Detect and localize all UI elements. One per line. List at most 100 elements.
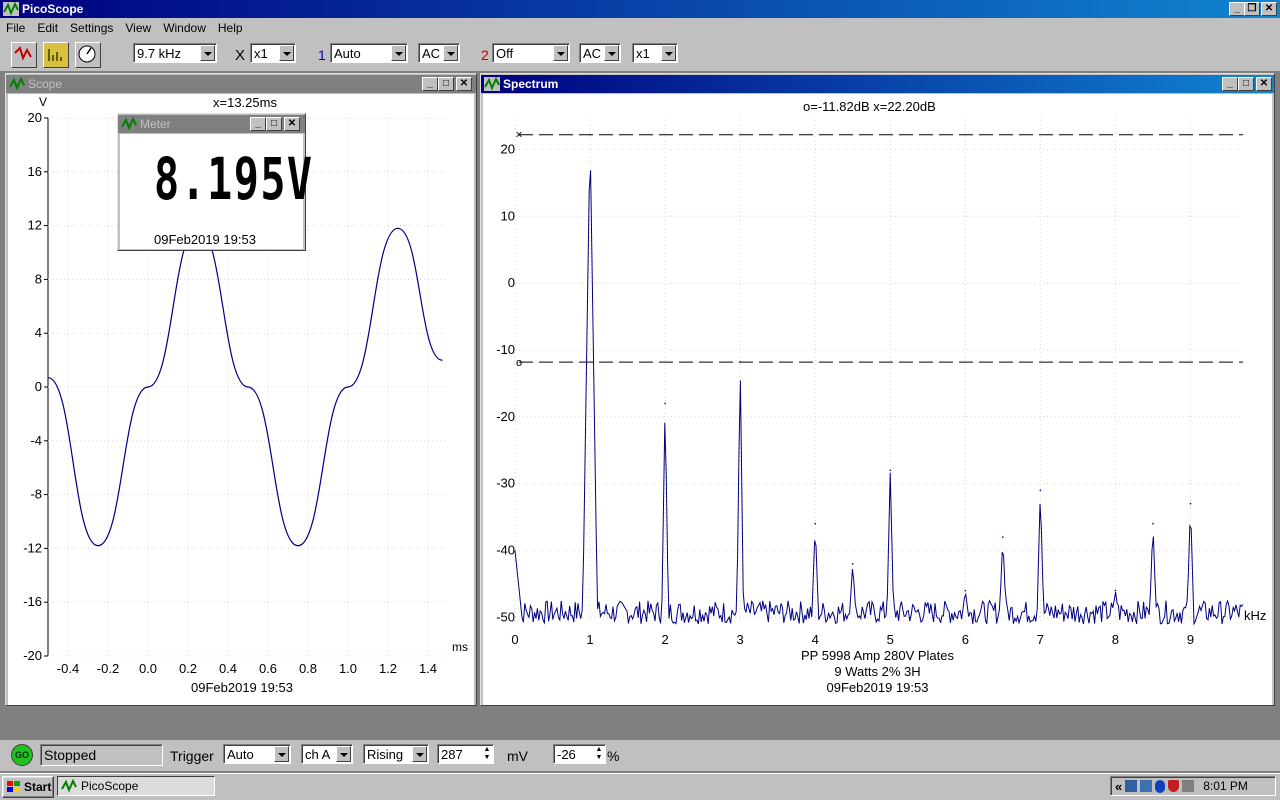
chevron-down-icon[interactable]	[412, 746, 427, 762]
acquisition-state-text: Stopped	[44, 747, 97, 763]
menu-file[interactable]: File	[0, 21, 31, 35]
clock[interactable]: 8:01 PM	[1203, 779, 1248, 793]
channel-2-range-select[interactable]: Off	[492, 43, 570, 63]
scope-y-tick-label: 12	[28, 218, 42, 233]
spectrum-x-tick-label: 1	[586, 632, 593, 647]
tray-expand-icon[interactable]: «	[1115, 779, 1122, 794]
spectrum-y-tick-label: -10	[496, 342, 515, 357]
spectrum-peak	[589, 133, 591, 136]
channel-1-coupling-select[interactable]: AC	[418, 43, 460, 63]
meter-minimize-button[interactable]: _	[250, 117, 266, 131]
spectrum-y-tick-label: -40	[496, 542, 515, 557]
speaker-icon[interactable]	[1182, 780, 1195, 792]
meter-titlebar[interactable]: Meter _ □ ✕	[118, 115, 305, 133]
picoscope-icon	[9, 76, 25, 91]
scope-x-tick-label: -0.2	[97, 661, 119, 676]
scope-y-tick-label: 16	[28, 164, 42, 179]
scope-data-point	[47, 376, 49, 379]
chevron-down-icon[interactable]	[661, 45, 676, 61]
chevron-down-icon[interactable]	[604, 45, 619, 61]
spectrum-view-button[interactable]	[43, 42, 69, 68]
channel-1-range-select[interactable]: Auto	[330, 43, 408, 63]
spectrum-caption-line-3: 09Feb2019 19:53	[826, 680, 929, 695]
spectrum-peak	[1114, 589, 1117, 592]
spectrum-cursor-o-marker[interactable]: o	[516, 357, 522, 369]
scope-x-tick-label: 0.8	[299, 661, 317, 676]
trigger-channel-select[interactable]: ch A	[301, 744, 353, 764]
start-button[interactable]: Start	[2, 776, 54, 798]
spectrum-x-tick-label: 3	[737, 632, 744, 647]
chevron-down-icon[interactable]	[274, 746, 289, 762]
spectrum-maximize-button[interactable]: □	[1238, 77, 1254, 91]
spectrum-peak	[1002, 536, 1004, 538]
threshold-unit: mV	[507, 748, 528, 764]
bluetooth-icon[interactable]	[1155, 779, 1166, 793]
chevron-down-icon[interactable]	[279, 45, 294, 61]
trigger-mode-select[interactable]: Auto	[223, 744, 291, 764]
spectrum-chart[interactable]: 20 10 0 -10 -20 -30 -40 -50 0 1 2 3 4 5 6 7 8 9 × o	[483, 94, 1272, 705]
toolbar: 9.7 kHz X x1 1 Auto AC 2 Off AC x1	[0, 37, 1280, 71]
channel-2-range-value: Off	[496, 46, 514, 61]
app-close-button[interactable]: ✕	[1261, 2, 1277, 16]
scope-view-button[interactable]	[11, 42, 37, 68]
spectrum-cursor-x-marker[interactable]: ×	[515, 128, 522, 142]
chevron-down-icon[interactable]	[553, 45, 568, 61]
channel-2-coupling-value: AC	[583, 46, 602, 61]
spectrum-minimize-button[interactable]: _	[1222, 77, 1238, 91]
meter-close-button[interactable]: ✕	[284, 117, 300, 131]
security-shield-icon[interactable]	[1168, 780, 1180, 792]
network-icon[interactable]	[1125, 780, 1138, 792]
menu-settings[interactable]: Settings	[64, 21, 119, 35]
trigger-edge-select[interactable]: Rising	[363, 744, 429, 764]
spectrum-window[interactable]: Spectrum _ □ ✕ 20 10 0 -10 -20 -30 -40 -50 0 1 2 3 4…	[480, 73, 1275, 706]
scope-titlebar[interactable]: Scope _ □ ✕	[6, 75, 476, 93]
go-button[interactable]: GO	[11, 744, 33, 766]
meter-maximize-button[interactable]: □	[266, 117, 282, 131]
chevron-down-icon[interactable]	[443, 45, 458, 61]
threshold-spinner[interactable]: ▲ ▼	[482, 746, 492, 763]
spectrum-x-tick-label: 2	[661, 632, 668, 647]
timebase-value: 9.7 kHz	[137, 46, 182, 61]
picoscope-icon	[121, 116, 137, 131]
menu-window[interactable]: Window	[157, 21, 212, 35]
meter-timestamp: 09Feb2019 19:53	[154, 232, 256, 247]
spectrum-x-unit: kHz	[1244, 608, 1267, 623]
scope-timestamp: 09Feb2019 19:53	[191, 680, 293, 695]
scope-data-point	[297, 545, 299, 547]
chevron-down-icon[interactable]	[200, 45, 215, 61]
task-picoscope[interactable]: PicoScope	[57, 776, 215, 796]
app-minimize-button[interactable]: _	[1229, 2, 1245, 16]
spectrum-cursor-readout: o=-11.82dB x=22.20dB	[803, 99, 936, 114]
pretrigger-spinner[interactable]: ▲ ▼	[594, 746, 604, 763]
meter-window[interactable]: Meter _ □ ✕ 8.195V 09Feb2019 19:53	[117, 113, 312, 251]
menu-view[interactable]: View	[119, 21, 157, 35]
spectrum-x-tick-label: 8	[1112, 632, 1119, 647]
x-mult-select[interactable]: x1	[250, 43, 296, 63]
spectrum-close-button[interactable]: ✕	[1256, 77, 1272, 91]
scope-maximize-button[interactable]: □	[438, 77, 454, 91]
scope-close-button[interactable]: ✕	[456, 77, 472, 91]
meter-title: Meter	[140, 117, 171, 131]
spectrum-x-tick-label: 9	[1187, 632, 1194, 647]
timebase-select[interactable]: 9.7 kHz	[133, 43, 217, 63]
x-mult-label: X	[235, 47, 246, 64]
channel-2-coupling-select[interactable]: AC	[579, 43, 621, 63]
app-title: PicoScope	[22, 2, 84, 16]
channel-2-mult-select[interactable]: x1	[632, 43, 678, 63]
spectrum-y-tick-label: -20	[496, 409, 515, 424]
chevron-down-icon[interactable]	[391, 45, 406, 61]
spectrum-x-tick-label: 7	[1037, 632, 1044, 647]
app-restore-button[interactable]: ❐	[1244, 2, 1260, 16]
spectrum-titlebar[interactable]: Spectrum _ □ ✕	[481, 75, 1274, 93]
menu-edit[interactable]: Edit	[31, 21, 64, 35]
menu-help[interactable]: Help	[212, 21, 249, 35]
chevron-down-icon[interactable]	[336, 746, 351, 762]
scope-data-point	[441, 359, 443, 361]
pretrigger-input[interactable]: -26 ▲ ▼	[553, 744, 606, 764]
spectrum-x-tick-label: 0	[511, 632, 518, 647]
network-2-icon[interactable]	[1140, 780, 1153, 792]
spectrum-plot-area[interactable]: 20 10 0 -10 -20 -30 -40 -50 0 1 2 3 4 5 6 7 8 9 × o o=-11.8…	[483, 94, 1272, 705]
threshold-input[interactable]: 287 ▲ ▼	[437, 744, 494, 764]
scope-minimize-button[interactable]: _	[422, 77, 438, 91]
meter-view-button[interactable]	[75, 42, 101, 68]
